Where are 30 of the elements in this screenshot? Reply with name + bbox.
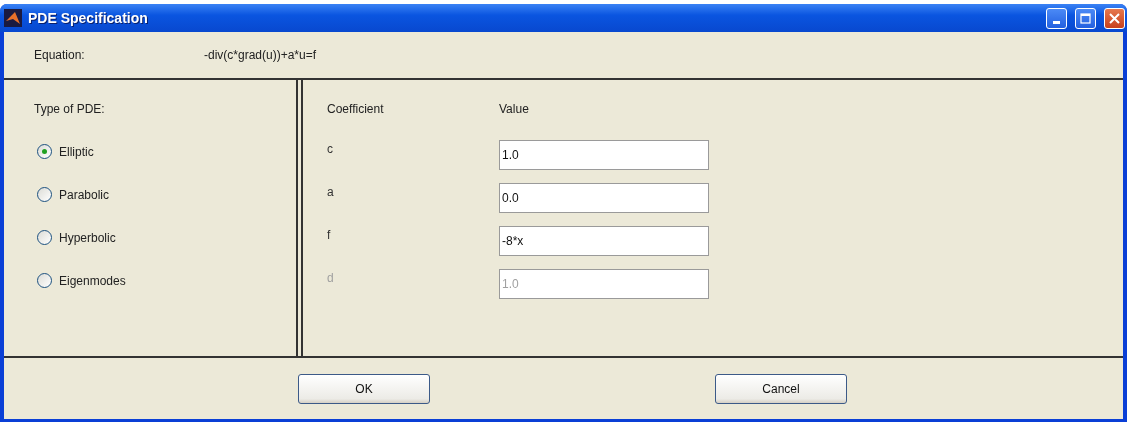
coefficient-name: d: [327, 270, 335, 285]
coefficient-name: f: [327, 227, 332, 242]
close-button[interactable]: [1104, 7, 1125, 29]
radio-option[interactable]: Hyperbolic: [34, 216, 296, 259]
column-header: Coefficient: [327, 102, 385, 116]
equation-text: -div(c*grad(u))+a*u=f: [204, 48, 317, 62]
radio-option[interactable]: Elliptic: [34, 130, 296, 173]
ok-button[interactable]: OK: [298, 373, 430, 404]
value-field[interactable]: 1.0: [499, 140, 709, 170]
radio-option[interactable]: Parabolic: [34, 173, 296, 216]
cancel-button[interactable]: Cancel: [715, 373, 847, 404]
value-field[interactable]: -8*x: [499, 226, 709, 256]
radio-button[interactable]: [37, 273, 52, 288]
app-logo-icon: [4, 9, 22, 27]
pde-type-label: Type of PDE:: [34, 102, 106, 116]
maximize-button[interactable]: [1075, 7, 1096, 29]
close-icon: [1109, 12, 1120, 24]
value-field[interactable]: 0.0: [499, 183, 709, 213]
maximize-icon: [1080, 12, 1091, 24]
equation-label: Equation:: [34, 48, 86, 62]
radio-button[interactable]: [37, 230, 52, 245]
radio-button[interactable]: [37, 187, 52, 202]
window-title: PDE Specification: [28, 10, 149, 26]
coefficient-name: c: [327, 141, 334, 156]
minimize-button[interactable]: [1046, 7, 1067, 29]
radio-option[interactable]: Eigenmodes: [34, 259, 296, 302]
coefficient-name: a: [327, 184, 335, 199]
minimize-icon: [1053, 20, 1060, 24]
column-header: Value: [499, 102, 530, 116]
radio-button[interactable]: [37, 144, 52, 159]
